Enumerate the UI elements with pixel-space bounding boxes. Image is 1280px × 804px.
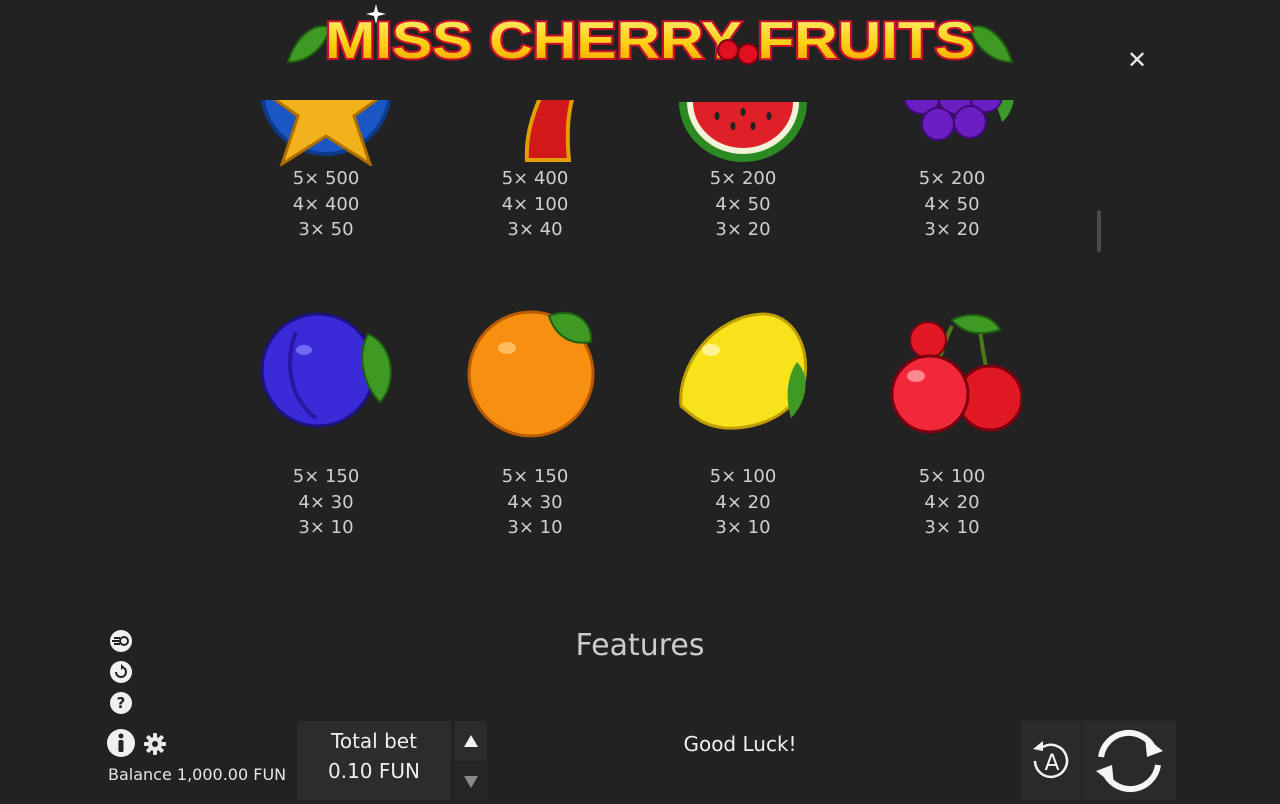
autoplay-history-icon[interactable] <box>108 659 134 685</box>
orange-icon <box>467 310 595 438</box>
payout-line: 4× 50 <box>924 193 980 215</box>
star-icon <box>260 100 392 166</box>
grapes-icon <box>903 100 1014 141</box>
total-bet-value: 0.10 FUN <box>328 759 420 783</box>
paytable-item-cherry: 5× 100 4× 20 3× 10 <box>852 306 1052 541</box>
payout-line: 3× 10 <box>715 517 771 538</box>
bet-decrease-button[interactable] <box>455 762 487 800</box>
payout-line: 4× 20 <box>715 491 771 513</box>
close-button[interactable]: ✕ <box>1124 47 1150 73</box>
payout-line: 4× 30 <box>298 491 354 513</box>
payout-line: 5× 400 <box>501 168 569 189</box>
payout-line: 5× 200 <box>918 168 986 189</box>
cherry-icon <box>890 314 1022 434</box>
leaf-left-icon <box>286 25 332 64</box>
game-logo: MISS CHERRY FRUITS <box>286 4 1014 72</box>
help-icon[interactable]: ? <box>108 690 134 716</box>
payout-line: 3× 40 <box>507 219 563 240</box>
total-bet-label: Total bet <box>331 729 417 753</box>
paytable-item-orange: 5× 150 4× 30 3× 10 <box>435 306 635 541</box>
gear-icon[interactable] <box>144 733 166 755</box>
paytable-item-watermelon: 5× 200 4× 50 3× 20 <box>643 100 843 243</box>
payout-line: 3× 10 <box>924 517 980 538</box>
plum-icon <box>260 312 392 428</box>
paytable-item-seven: 5× 400 4× 100 3× 40 <box>435 100 635 243</box>
spin-icon <box>1096 729 1163 793</box>
balance-display: Balance 1,000.00 FUN <box>108 765 287 784</box>
features-heading: Features <box>575 628 705 663</box>
payout-line: 5× 150 <box>292 466 360 487</box>
payout-line: 3× 20 <box>715 219 771 240</box>
payout-line: 3× 20 <box>924 219 980 240</box>
leaf-right-icon <box>968 25 1014 64</box>
lemon-icon <box>679 312 808 430</box>
status-message: Good Luck! <box>683 732 797 756</box>
autoplay-label: A <box>1044 751 1059 776</box>
triangle-down-icon <box>464 776 478 788</box>
payout-line: 5× 100 <box>918 466 986 487</box>
bet-stepper <box>455 721 487 800</box>
triangle-up-icon <box>464 735 478 747</box>
autoplay-icon: A <box>1033 741 1069 779</box>
payout-line: 5× 500 <box>292 168 360 189</box>
paytable-item-star: 5× 500 4× 400 3× 50 <box>226 100 426 243</box>
watermelon-icon <box>679 102 807 162</box>
seven-icon <box>524 100 575 162</box>
paytable-item-lemon: 5× 100 4× 20 3× 10 <box>643 306 843 541</box>
payout-line: 3× 10 <box>507 517 563 538</box>
payout-line: 4× 20 <box>924 491 980 513</box>
total-bet-panel: Total bet 0.10 FUN <box>297 721 451 800</box>
paytable-item-plum: 5× 150 4× 30 3× 10 <box>226 306 426 541</box>
turbo-icon[interactable] <box>108 628 134 654</box>
autoplay-button[interactable]: A <box>1021 721 1081 800</box>
logo-text: MISS CHERRY FRUITS <box>325 12 975 70</box>
paytable: 5× 500 4× 400 3× 50 5× 400 4× 100 3× 40 … <box>0 100 1280 620</box>
paytable-scrollbar[interactable] <box>1097 210 1101 252</box>
payout-line: 3× 50 <box>298 219 354 240</box>
spin-button[interactable] <box>1083 721 1176 800</box>
payout-line: 4× 100 <box>501 193 569 215</box>
payout-line: 3× 10 <box>298 517 354 538</box>
payout-line: 4× 30 <box>507 491 563 513</box>
payout-line: 4× 50 <box>715 193 771 215</box>
payout-line: 5× 150 <box>501 466 569 487</box>
paytable-item-grapes: 5× 200 4× 50 3× 20 <box>852 100 1052 243</box>
payout-line: 4× 400 <box>292 193 360 215</box>
bet-increase-button[interactable] <box>455 721 487 761</box>
payout-line: 5× 100 <box>709 466 777 487</box>
payout-line: 5× 200 <box>709 168 777 189</box>
info-icon[interactable] <box>106 728 136 758</box>
svg-text:?: ? <box>117 694 126 712</box>
